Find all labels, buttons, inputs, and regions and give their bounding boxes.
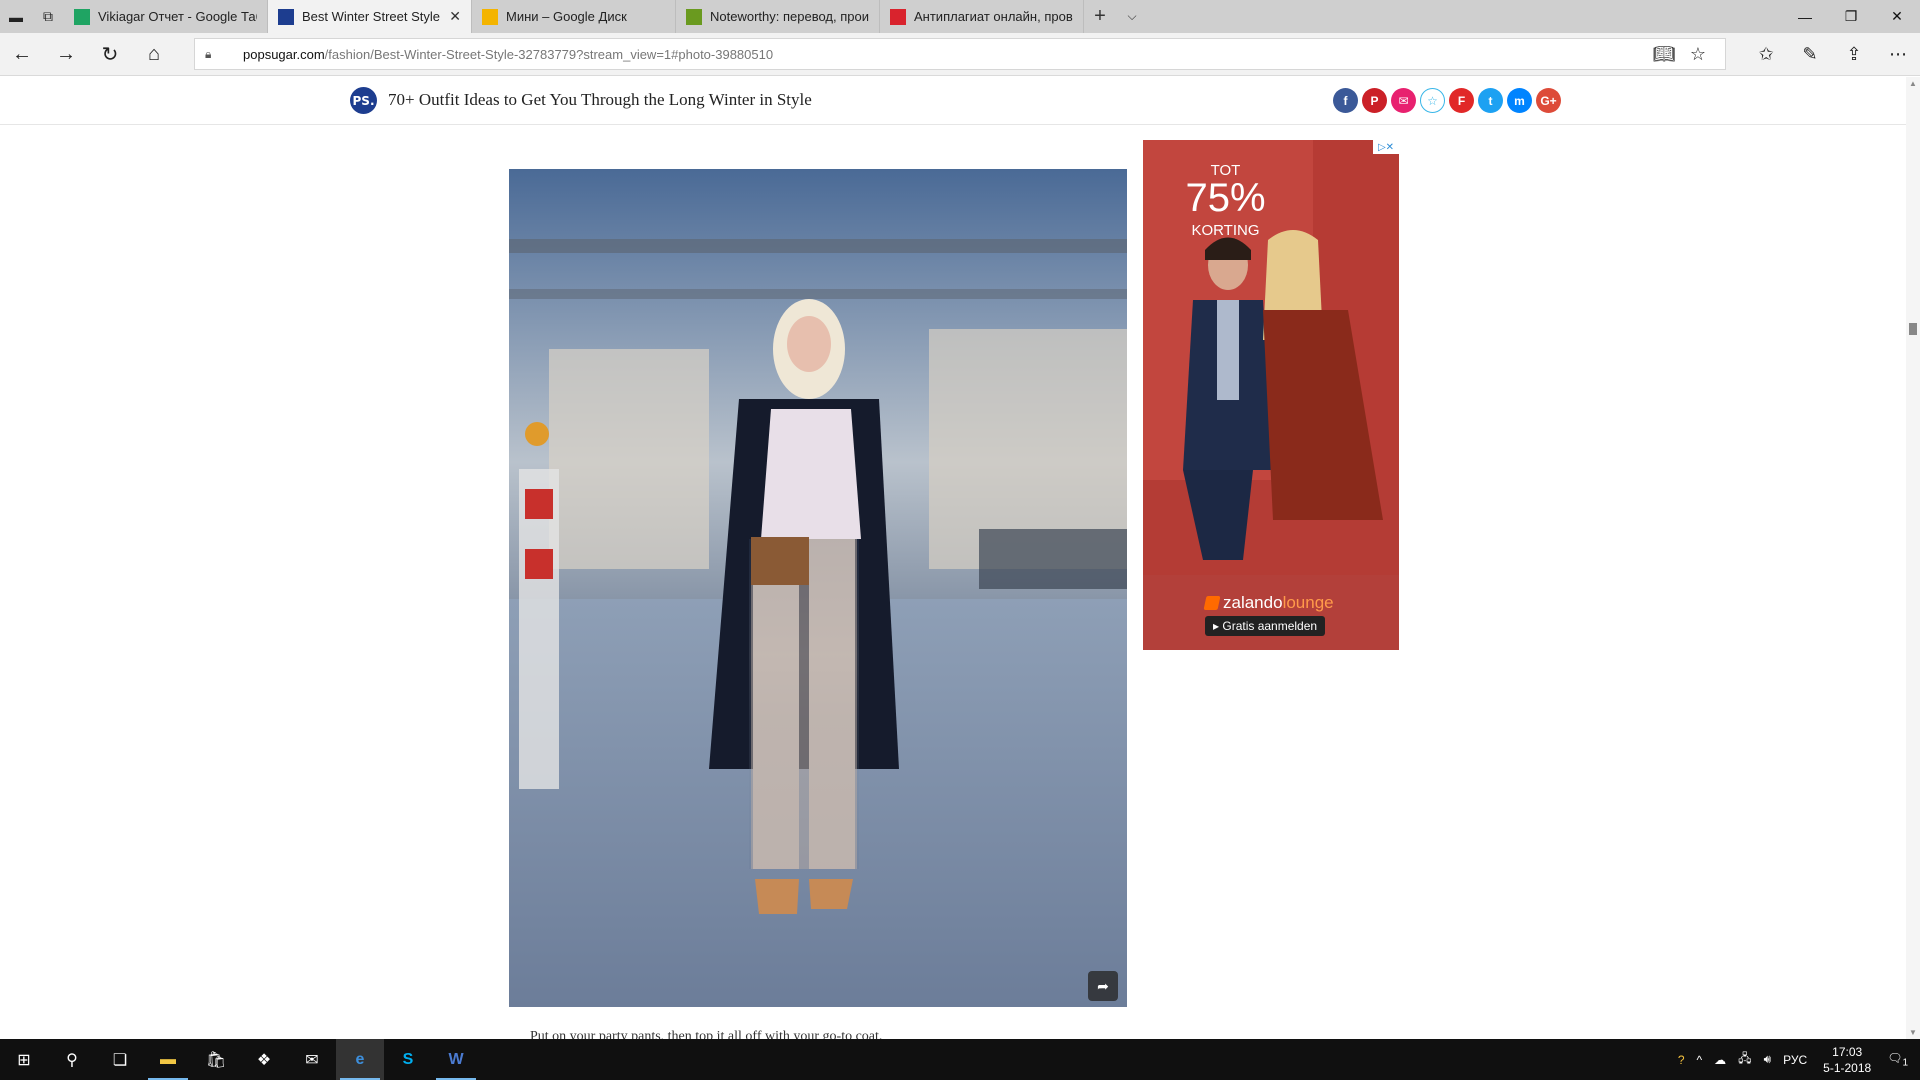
clock[interactable]: 17:03 5-1-2018 xyxy=(1813,1044,1881,1076)
photo-share-icon[interactable]: ➦ xyxy=(1088,971,1118,1001)
home-icon[interactable]: ⌂ xyxy=(132,33,176,76)
notification-center-icon[interactable]: 🗨︎1 xyxy=(1881,1051,1920,1068)
share-buttons: f P ✉ ☆ Ft m G+ xyxy=(1333,88,1561,113)
tab-preview-chevron-icon[interactable]: ⌵ xyxy=(1116,0,1148,33)
scrollbar-thumb[interactable] xyxy=(1909,323,1917,335)
tab-bar: ▬ ⧉ Vikiagar Отчет - Google Таб Best Wint… xyxy=(0,0,1920,33)
flipboard-share-icon[interactable]: F xyxy=(1449,88,1474,113)
lock-icon: 🔒︎ xyxy=(205,46,212,61)
start-windows-icon[interactable]: ⊞ xyxy=(0,1039,48,1080)
tray-chevron-icon[interactable]: ^ xyxy=(1691,1053,1709,1067)
scroll-up-icon[interactable]: ▲ xyxy=(1909,79,1917,88)
back-icon[interactable]: ← xyxy=(0,33,44,76)
word-icon[interactable]: W xyxy=(432,1039,480,1080)
clock-date: 5-1-2018 xyxy=(1823,1060,1872,1075)
more-actions-icon[interactable]: ⋯ xyxy=(1876,44,1920,65)
favorite-share-icon[interactable]: ☆ xyxy=(1420,88,1445,113)
scroll-down-icon[interactable]: ▼ xyxy=(1909,1028,1917,1037)
tab-label: Антиплагиат онлайн, пров xyxy=(914,9,1073,24)
antiplagiat-icon xyxy=(890,8,906,25)
address-bar[interactable]: 🔒︎ popsugar.com/fashion/Best-Winter-Stre… xyxy=(194,38,1726,70)
web-page: PS. 70+ Outfit Ideas to Get You Through … xyxy=(0,77,1906,1039)
drive-icon xyxy=(482,8,498,25)
search-icon[interactable]: ⚲ xyxy=(48,1039,96,1080)
advertisement[interactable]: ▷✕ TOT 75% KORTING zalando lounge ▸ Grati… xyxy=(1143,140,1399,650)
navigation-bar: ← → ↻ ⌂ 🔒︎ popsugar.com/fashion/Best-Win… xyxy=(0,33,1920,76)
article-title: 70+ Outfit Ideas to Get You Through the … xyxy=(388,90,812,109)
share-icon[interactable]: ⇪ xyxy=(1832,44,1876,65)
skype-icon[interactable]: S xyxy=(384,1039,432,1080)
address-path: /fashion/Best-Winter-Street-Style-327837… xyxy=(324,46,774,62)
tab-2[interactable]: Мини – Google Диск xyxy=(472,0,676,33)
file-explorer-icon[interactable]: ▬ xyxy=(144,1039,192,1080)
tab-list: Vikiagar Отчет - Google Таб Best Winter S… xyxy=(64,0,1084,33)
zalando-lounge-logo: zalando lounge xyxy=(1203,593,1334,613)
restore-icon[interactable]: ❐ xyxy=(1828,0,1874,33)
minimize-icon[interactable]: — xyxy=(1782,0,1828,33)
tab-0[interactable]: Vikiagar Отчет - Google Таб xyxy=(64,0,268,33)
network-icon[interactable]: 🖧︎ xyxy=(1732,1049,1757,1070)
sheets-icon xyxy=(74,8,90,25)
edge-icon[interactable]: e xyxy=(336,1039,384,1080)
dropbox-icon[interactable]: ❖ xyxy=(240,1039,288,1080)
address-host: popsugar.com xyxy=(243,46,325,62)
mail-icon[interactable]: ✉ xyxy=(288,1039,336,1080)
onedrive-icon[interactable]: ☁ xyxy=(1708,1053,1732,1067)
twitter-share-icon[interactable]: t xyxy=(1478,88,1503,113)
popsugar-logo[interactable]: PS. xyxy=(350,87,377,114)
new-tab-button[interactable]: + xyxy=(1084,0,1116,33)
store-icon[interactable]: 🛍︎ xyxy=(192,1039,240,1080)
windows-taskbar: ⊞ ⚲ ❏ ▬ 🛍︎ ❖ ✉ e S W ? ^ ☁ 🖧︎ 🔊︎ РУС 17:… xyxy=(0,1039,1920,1080)
notification-count: 1 xyxy=(1902,1057,1908,1069)
article-photo[interactable] xyxy=(509,169,1127,1007)
messenger-share-icon[interactable]: m xyxy=(1507,88,1532,113)
tab-label: Noteworthy: перевод, прои xyxy=(710,9,869,24)
system-tray: ? ^ ☁ 🖧︎ 🔊︎ РУС 17:03 5-1-2018 🗨︎1 xyxy=(1672,1039,1920,1080)
tabs-aside-icon[interactable]: ⧉ xyxy=(32,0,64,33)
dictionary-icon xyxy=(686,8,702,25)
forward-icon[interactable]: → xyxy=(44,33,88,76)
brand-b: lounge xyxy=(1282,593,1334,612)
tab-1[interactable]: Best Winter Street Style ✕ xyxy=(268,0,472,33)
facebook-share-icon[interactable]: f xyxy=(1333,88,1358,113)
language-indicator[interactable]: РУС xyxy=(1777,1053,1813,1067)
photo-caption: Put on your party pants, then top it all… xyxy=(530,1029,883,1039)
page-scrollbar[interactable]: ▲ ▼ xyxy=(1906,77,1920,1039)
task-view-icon[interactable]: ❏ xyxy=(96,1039,144,1080)
zalando-mark-icon xyxy=(1203,596,1221,610)
volume-icon[interactable]: 🔊︎ xyxy=(1758,1052,1778,1067)
favorite-star-icon[interactable]: ☆ xyxy=(1681,44,1715,65)
popsugar-icon xyxy=(278,8,294,25)
refresh-icon[interactable]: ↻ xyxy=(88,33,132,76)
help-icon[interactable]: ? xyxy=(1672,1053,1691,1067)
reading-view-icon[interactable]: 📖︎ xyxy=(1647,44,1681,65)
close-tab-icon[interactable]: ✕ xyxy=(449,8,461,25)
ad-cta-button[interactable]: ▸ Gratis aanmelden xyxy=(1205,616,1326,636)
pinterest-share-icon[interactable]: P xyxy=(1362,88,1387,113)
set-aside-tabs-icon[interactable]: ▬ xyxy=(0,0,32,33)
google-plus-share-icon[interactable]: G+ xyxy=(1536,88,1561,113)
tab-label: Vikiagar Отчет - Google Таб xyxy=(98,9,257,24)
brand-a: zalando xyxy=(1223,593,1283,612)
favorites-hub-icon[interactable]: ✩ xyxy=(1744,44,1788,65)
window-controls: — ❐ ✕ xyxy=(1782,0,1920,33)
article-header: PS. 70+ Outfit Ideas to Get You Through … xyxy=(0,77,1906,125)
ad-percent-text: 75% xyxy=(1185,176,1266,220)
tab-4[interactable]: Антиплагиат онлайн, пров xyxy=(880,0,1084,33)
tab-label: Best Winter Street Style xyxy=(302,9,440,24)
adchoices-icon[interactable]: ▷✕ xyxy=(1373,140,1399,154)
clock-time: 17:03 xyxy=(1832,1044,1863,1059)
tab-label: Мини – Google Диск xyxy=(506,9,627,24)
email-share-icon[interactable]: ✉ xyxy=(1391,88,1416,113)
close-window-icon[interactable]: ✕ xyxy=(1874,0,1920,33)
tab-3[interactable]: Noteworthy: перевод, прои xyxy=(676,0,880,33)
ad-korting-text: KORTING xyxy=(1191,222,1260,239)
web-note-icon[interactable]: ✎ xyxy=(1788,44,1832,65)
